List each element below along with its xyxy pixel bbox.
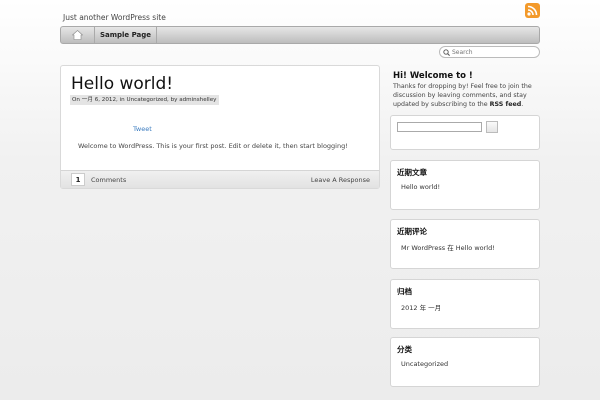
sidebar-search-button[interactable] (486, 121, 498, 133)
leave-response-link[interactable]: Leave A Response (311, 176, 370, 184)
widget-title: 近期文章 (397, 168, 427, 177)
welcome-title: Hi! Welcome to ! (393, 71, 473, 81)
rss-icon[interactable] (525, 3, 540, 18)
nav-home-button[interactable] (61, 27, 95, 43)
search-input[interactable] (452, 48, 537, 56)
search-icon (443, 48, 450, 56)
welcome-end: . (521, 101, 524, 108)
sidebar-search-input[interactable] (397, 122, 482, 132)
rss-feed-link[interactable]: RSS feed (490, 101, 522, 108)
post-title[interactable]: Hello world! (71, 74, 173, 94)
welcome-text: Thanks for dropping by! Feel free to joi… (393, 82, 538, 109)
widget-list-item[interactable]: Mr WordPress 在 Hello world! (401, 242, 495, 252)
widget-title: 分类 (397, 345, 412, 354)
home-icon (72, 30, 83, 40)
widget-list-item[interactable]: Hello world! (401, 183, 440, 191)
nav-item-sample-page[interactable]: Sample Page (95, 27, 157, 43)
search-box[interactable] (439, 46, 540, 58)
widget-archives: 归档 2012 年 一月 (390, 279, 540, 329)
widget-categories: 分类 Uncategorized (390, 337, 540, 387)
widget-title: 归档 (397, 287, 412, 296)
widget-recent-posts: 近期文章 Hello world! (390, 160, 540, 210)
post-meta: On 一月 6, 2012, in Uncategorized, by admi… (70, 95, 219, 105)
post-excerpt: Welcome to WordPress. This is your first… (78, 142, 348, 150)
widget-recent-comments: 近期评论 Mr WordPress 在 Hello world! (390, 219, 540, 269)
post-card: Hello world! On 一月 6, 2012, in Uncategor… (60, 65, 380, 189)
post-footer: 1 Comments Leave A Response (61, 170, 379, 188)
widget-list-item[interactable]: 2012 年 一月 (401, 302, 441, 312)
search-widget (390, 115, 540, 150)
widget-list-item[interactable]: Uncategorized (401, 360, 448, 368)
main-navigation: Sample Page (60, 26, 540, 44)
site-tagline: Just another WordPress site (63, 13, 166, 22)
comment-count-badge[interactable]: 1 (71, 173, 85, 186)
comments-link[interactable]: Comments (91, 176, 126, 184)
widget-title: 近期评论 (397, 227, 427, 236)
tweet-button[interactable]: Tweet (133, 125, 152, 133)
